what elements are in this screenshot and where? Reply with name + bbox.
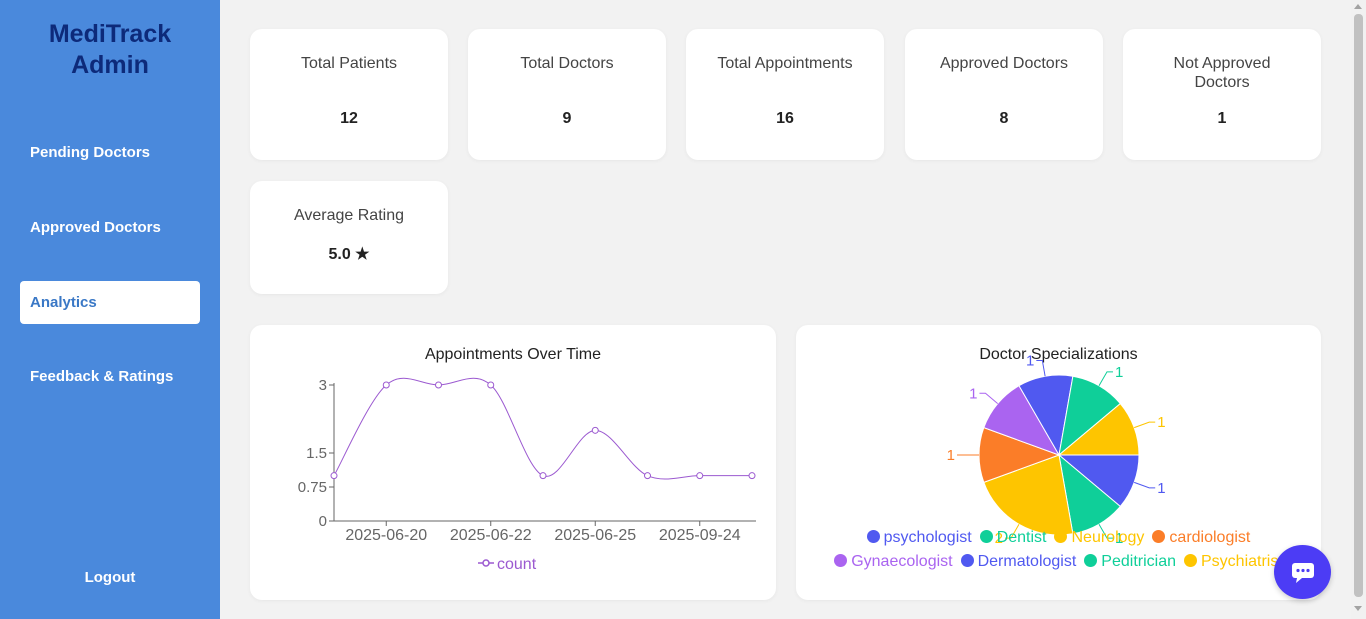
- stat-title: Total Patients: [300, 55, 398, 72]
- y-tick-label: 0.75: [298, 479, 327, 496]
- appointments-chart-card: Appointments Over Time 0 0.75 1.5 3 2025-06-…: [250, 325, 776, 600]
- stat-card-average-rating: Average Rating 5.0 ★: [250, 181, 448, 294]
- stat-value: 1: [1217, 110, 1227, 127]
- legend-item[interactable]: Psychiatrist: [1184, 553, 1283, 571]
- specializations-chart-card: Doctor Specializations 11211111 psycholo…: [796, 325, 1321, 600]
- legend-item[interactable]: Neurology: [1054, 529, 1144, 547]
- stat-title: Average Rating: [294, 207, 404, 224]
- pie-label-line: [1036, 359, 1046, 377]
- x-tick-label: 2025-09-24: [659, 527, 741, 544]
- pie-slice-label: 1: [969, 385, 977, 402]
- data-point: [330, 472, 338, 480]
- legend-label: cardiologist: [1169, 529, 1251, 546]
- legend-dot-icon: [979, 530, 993, 543]
- stat-card-total-doctors: Total Doctors 9: [468, 29, 666, 160]
- data-point: [748, 472, 756, 480]
- x-tick-label: 2025-06-25: [554, 527, 636, 544]
- data-point: [382, 381, 390, 389]
- stat-value: 16: [776, 110, 794, 127]
- scroll-thumb[interactable]: [1354, 14, 1363, 597]
- legend-dot-icon: [1152, 530, 1166, 543]
- legend-item[interactable]: cardiologist: [1152, 529, 1250, 547]
- data-point: [696, 472, 704, 480]
- pie-slice-label: 1: [1157, 414, 1165, 431]
- stat-value: 5.0 ★: [328, 246, 370, 263]
- legend-dot-icon: [1054, 530, 1068, 543]
- data-point: [487, 381, 495, 389]
- legend-item[interactable]: Dentist: [979, 529, 1047, 547]
- data-point: [644, 472, 651, 480]
- brand-title: MediTrack Admin: [0, 19, 220, 81]
- legend-dot-icon: [866, 530, 880, 543]
- stat-value: 8: [999, 110, 1009, 127]
- legend-dot-icon: [834, 554, 848, 567]
- legend-label: psychologist: [883, 529, 972, 546]
- scroll-down-arrow-icon[interactable]: [1354, 606, 1362, 611]
- stat-title: Not Approved Doctors: [1173, 55, 1271, 91]
- legend-dot-icon: [960, 554, 974, 567]
- y-tick-label: 3: [319, 377, 327, 394]
- scroll-up-arrow-icon[interactable]: [1354, 4, 1362, 9]
- legend-label: Psychiatrist: [1201, 553, 1283, 570]
- pie-legend-row-1: psychologist Dentist Neurology cardiologist: [796, 529, 1321, 547]
- legend-dot-icon: [1084, 554, 1098, 567]
- stat-value: 9: [562, 110, 572, 127]
- pie-slice-label: 1: [1115, 364, 1123, 381]
- pie-label-line: [979, 392, 999, 404]
- legend-item[interactable]: Peditrician: [1084, 553, 1176, 571]
- stat-title: Approved Doctors: [939, 55, 1069, 72]
- legend-label: Dermatologist: [977, 553, 1077, 570]
- brand-line-1: MediTrack: [48, 20, 172, 48]
- sidebar-item-feedback-ratings[interactable]: Feedback & Ratings: [20, 355, 200, 398]
- appointments-line-chart: 0 0.75 1.5 3 2025-06-20 2025-06-22 2025-06-25 2…: [298, 377, 756, 573]
- legend-marker-icon: [482, 559, 490, 567]
- pie-slice-label: 1: [947, 447, 955, 464]
- x-tick-label: 2025-06-20: [345, 527, 427, 544]
- y-tick-label: 0: [319, 513, 327, 530]
- pie-slice-label: 1: [1157, 480, 1165, 497]
- chat-button[interactable]: [1274, 545, 1331, 599]
- data-point: [539, 472, 547, 480]
- stat-value: 12: [340, 110, 358, 127]
- legend-item[interactable]: Dermatologist: [960, 553, 1077, 571]
- chat-icon: [1292, 563, 1314, 583]
- legend-label: Peditrician: [1101, 553, 1176, 570]
- page-scrollbar[interactable]: [1351, 0, 1366, 619]
- stat-title: Total Doctors: [520, 55, 614, 72]
- pie-label-line: [1098, 371, 1113, 386]
- pie-label-line: [1134, 481, 1156, 489]
- pie-label-line: [1134, 421, 1156, 429]
- y-tick-label: 1.5: [306, 445, 327, 462]
- legend-label: Dentist: [996, 529, 1047, 546]
- logout-button[interactable]: Logout: [0, 569, 220, 586]
- stat-title: Total Appointments: [717, 55, 853, 72]
- pie-slice-label: 1: [1026, 352, 1034, 369]
- sidebar-item-analytics[interactable]: Analytics: [20, 281, 200, 324]
- sidebar-item-approved-doctors[interactable]: Approved Doctors: [20, 206, 200, 249]
- legend-item[interactable]: psychologist: [866, 529, 972, 547]
- sidebar-item-pending-doctors[interactable]: Pending Doctors: [20, 131, 200, 174]
- data-point: [435, 381, 442, 389]
- data-point: [591, 426, 599, 434]
- legend-label-count: count: [497, 556, 537, 573]
- pie-legend-row-2: Gynaecologist Dermatologist Peditrician Psy…: [796, 553, 1321, 571]
- series-line-count: [333, 377, 752, 480]
- brand-line-2: Admin: [71, 51, 149, 79]
- legend-label: Neurology: [1071, 529, 1145, 546]
- sidebar: MediTrack Admin Pending Doctors Approved…: [0, 0, 220, 619]
- stat-card-total-appointments: Total Appointments 16: [686, 29, 884, 160]
- x-tick-label: 2025-06-22: [450, 527, 532, 544]
- legend-dot-icon: [1184, 554, 1197, 567]
- stat-card-approved-doctors: Approved Doctors 8: [905, 29, 1103, 160]
- legend-label: Gynaecologist: [851, 553, 953, 570]
- legend-item[interactable]: Gynaecologist: [834, 553, 953, 571]
- stat-card-not-approved-doctors: Not Approved Doctors 1: [1123, 29, 1321, 160]
- stat-card-total-patients: Total Patients 12: [250, 29, 448, 160]
